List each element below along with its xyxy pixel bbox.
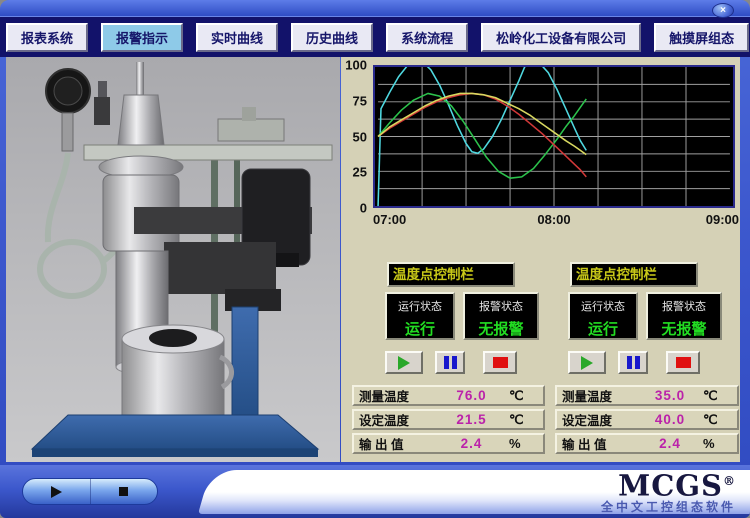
stop-button[interactable] — [483, 351, 517, 374]
row-unit: % — [703, 436, 737, 451]
table-row: 测量温度 76.0 ℃ — [352, 385, 545, 406]
row-label: 输 出 值 — [354, 434, 434, 453]
hmi-window: × 报表系统 报警指示 实时曲线 历史曲线 系统流程 松岭化工设备有限公司 触摸… — [0, 0, 750, 518]
run-status-box: 运行状态 运行 — [385, 292, 455, 340]
row-value: 2.4 — [434, 436, 509, 451]
tab-company-name[interactable]: 松岭化工设备有限公司 — [481, 23, 641, 52]
trend-plot-svg — [375, 67, 733, 206]
close-icon: × — [720, 5, 726, 16]
y-tick: 0 — [360, 201, 367, 216]
run-status-label: 运行状态 — [387, 298, 453, 314]
row-value: 35.0 — [637, 388, 703, 403]
table-row: 设定温度 40.0 ℃ — [555, 409, 739, 430]
play-icon — [398, 356, 410, 370]
alarm-status-label: 报警状态 — [465, 298, 537, 314]
x-tick: 07:00 — [373, 212, 406, 227]
equipment-photo-illustration — [6, 57, 340, 462]
start-button[interactable] — [568, 351, 606, 374]
row-value: 21.5 — [434, 412, 509, 427]
play-icon — [581, 356, 593, 370]
top-clamp — [218, 119, 284, 141]
main-content: 100 75 50 25 0 07:00 08:00 09:00 温度点控制栏 运行状态… — [0, 57, 750, 462]
equipment-photo — [6, 57, 340, 462]
row-unit: % — [509, 436, 543, 451]
tab-alarm-indication[interactable]: 报警指示 — [101, 23, 183, 52]
stand-column — [232, 307, 258, 419]
runtime-controls — [22, 478, 158, 505]
temperature-control-group-2: 温度点控制栏 运行状态 运行 报警状态 无报警 — [568, 262, 724, 377]
tab-realtime-curves[interactable]: 实时曲线 — [196, 23, 278, 52]
y-tick: 100 — [345, 58, 367, 73]
y-tick: 50 — [353, 129, 367, 144]
run-status-box: 运行状态 运行 — [568, 292, 638, 340]
control-panel: 100 75 50 25 0 07:00 08:00 09:00 温度点控制栏 运行状态… — [341, 57, 740, 462]
stop-icon — [676, 357, 691, 368]
temperature-control-group-1: 温度点控制栏 运行状态 运行 报警状态 无报警 — [385, 262, 541, 377]
run-status-value: 运行 — [570, 318, 636, 339]
start-button[interactable] — [385, 351, 423, 374]
title-bar: × — [0, 0, 750, 16]
measurement-table-2: 测量温度 35.0 ℃ 设定温度 40.0 ℃ 输 出 值 2.4 % — [555, 385, 739, 457]
alarm-status-box: 报警状态 无报警 — [463, 292, 539, 340]
table-row: 测量温度 35.0 ℃ — [555, 385, 739, 406]
run-status-value: 运行 — [387, 318, 453, 339]
x-axis-labels: 07:00 08:00 09:00 — [373, 212, 735, 228]
alarm-status-value: 无报警 — [465, 318, 537, 339]
tab-system-flow[interactable]: 系统流程 — [386, 23, 468, 52]
base-plate — [32, 415, 318, 457]
row-value: 40.0 — [637, 412, 703, 427]
brand-slogan: 全中文工控组态软件 — [601, 498, 736, 515]
table-row: 输 出 值 2.4 % — [352, 433, 545, 454]
row-unit: ℃ — [509, 388, 543, 404]
gear-block — [164, 242, 276, 294]
play-icon — [51, 486, 62, 498]
pause-button[interactable] — [435, 351, 465, 374]
heating-pot — [122, 325, 232, 425]
stop-button[interactable] — [666, 351, 700, 374]
y-tick: 75 — [353, 93, 367, 108]
alarm-status-label: 报警状态 — [648, 298, 720, 314]
control-buttons — [568, 351, 724, 375]
status-bar: MCGS® 全中文工控组态软件 — [0, 465, 750, 518]
x-tick: 08:00 — [537, 212, 570, 227]
row-label: 设定温度 — [354, 410, 434, 429]
row-unit: ℃ — [703, 388, 737, 404]
row-label: 输 出 值 — [557, 434, 637, 453]
mcgs-logo: MCGS® 全中文工控组态软件 — [601, 466, 736, 515]
runtime-stop-button[interactable] — [90, 479, 158, 504]
alarm-status-value: 无报警 — [648, 318, 720, 339]
nav-tab-bar: 报表系统 报警指示 实时曲线 历史曲线 系统流程 松岭化工设备有限公司 触摸屏组… — [0, 16, 750, 57]
row-label: 测量温度 — [354, 386, 434, 405]
alarm-status-box: 报警状态 无报警 — [646, 292, 722, 340]
row-value: 76.0 — [434, 388, 509, 403]
row-label: 设定温度 — [557, 410, 637, 429]
runtime-start-button[interactable] — [23, 479, 90, 504]
close-button[interactable]: × — [712, 3, 734, 18]
pause-icon — [444, 356, 457, 369]
trend-chart — [373, 65, 735, 208]
pause-button[interactable] — [618, 351, 648, 374]
tab-touchscreen-config[interactable]: 触摸屏组态 — [654, 23, 749, 52]
row-unit: ℃ — [509, 412, 543, 428]
group-title: 温度点控制栏 — [387, 262, 515, 287]
pause-icon — [627, 356, 640, 369]
stop-icon — [493, 357, 508, 368]
group-title: 温度点控制栏 — [570, 262, 698, 287]
row-unit: ℃ — [703, 412, 737, 428]
y-tick: 25 — [353, 165, 367, 180]
reactor-head — [118, 95, 164, 145]
tab-report-system[interactable]: 报表系统 — [6, 23, 88, 52]
table-row: 设定温度 21.5 ℃ — [352, 409, 545, 430]
registered-mark: ® — [723, 474, 736, 488]
table-row: 输 出 值 2.4 % — [555, 433, 739, 454]
row-label: 测量温度 — [557, 386, 637, 405]
y-axis-labels: 1007550250 — [341, 65, 370, 208]
measurement-table-1: 测量温度 76.0 ℃ 设定温度 21.5 ℃ 输 出 值 2.4 % — [352, 385, 545, 457]
run-status-label: 运行状态 — [570, 298, 636, 314]
control-buttons — [385, 351, 541, 375]
tab-history-curves[interactable]: 历史曲线 — [291, 23, 373, 52]
x-tick: 09:00 — [706, 212, 739, 227]
stop-icon — [119, 487, 128, 496]
row-value: 2.4 — [637, 436, 703, 451]
